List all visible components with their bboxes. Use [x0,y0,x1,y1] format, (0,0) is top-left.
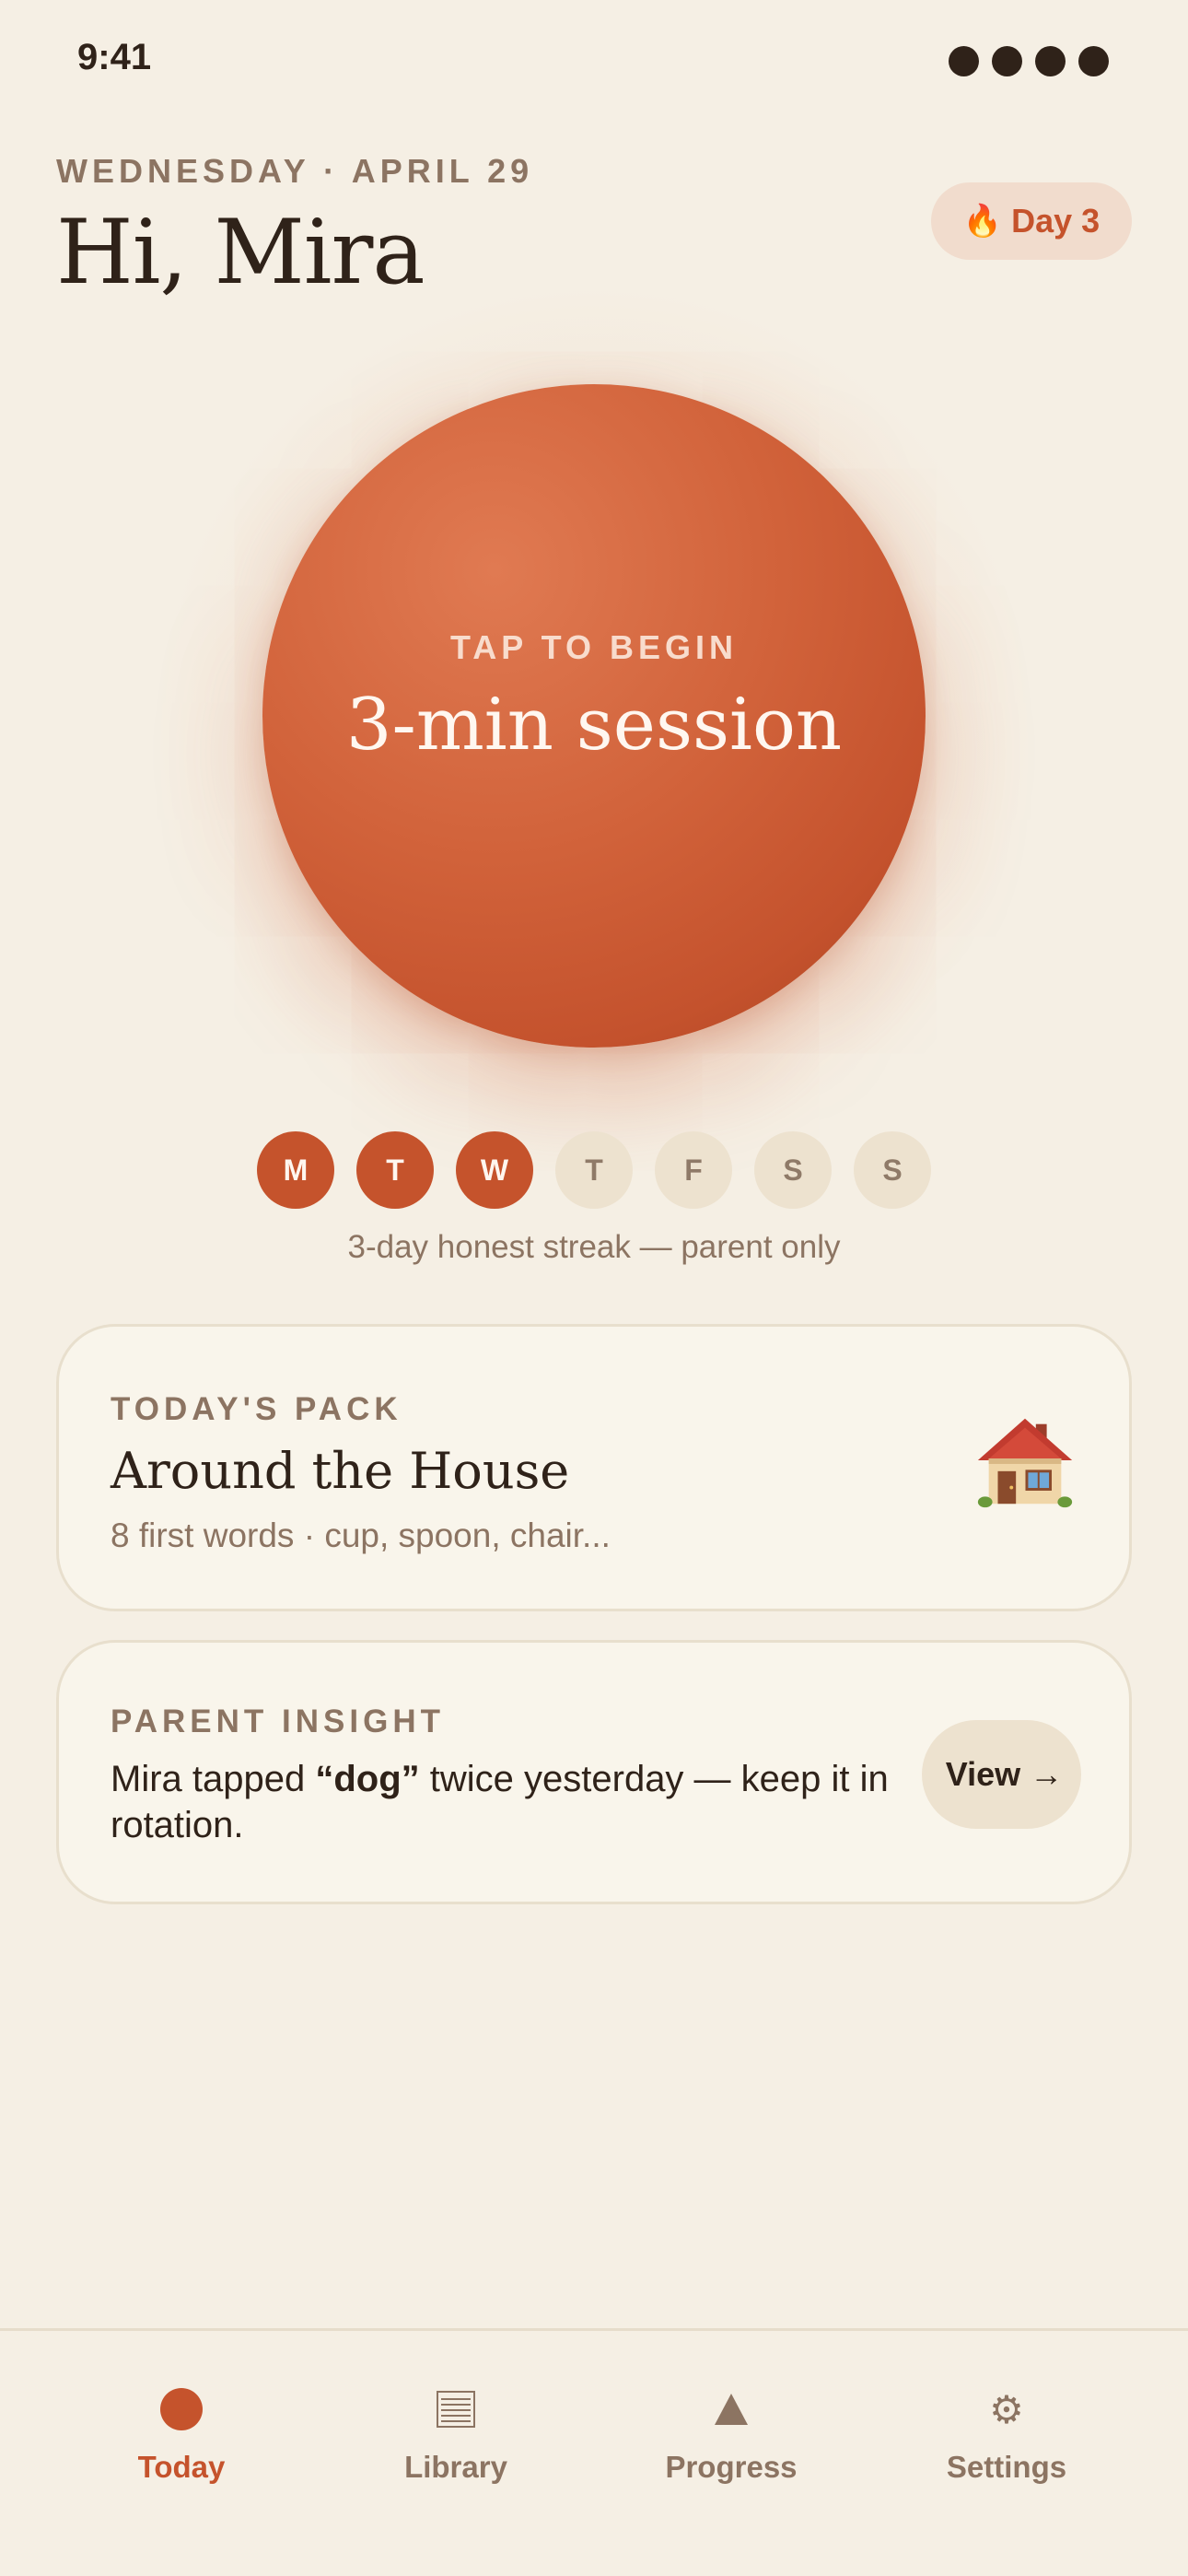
day-indicator-sat: S [754,1131,832,1209]
list-icon [437,2391,475,2428]
start-session-button[interactable]: TAP TO BEGIN 3-min session [262,384,926,1048]
tab-progress-label: Progress [665,2450,798,2484]
view-insight-button[interactable]: View → [922,1720,1081,1829]
status-dot-icon [949,46,979,76]
tab-today-label: Today [137,2450,226,2484]
insight-highlight-word: “dog” [315,1759,420,1799]
circle-icon [160,2388,203,2430]
tab-library-label: Library [404,2450,507,2484]
status-dot-icon [1078,46,1109,76]
session-title: 3-min session [345,684,843,767]
triangle-icon [715,2394,748,2425]
day-indicator-thu: T [555,1131,633,1209]
page-title: Hi, Mira [56,201,425,304]
house-icon [977,1418,1073,1508]
session-kicker: TAP TO BEGIN [449,628,739,666]
status-dot-icon [1035,46,1066,76]
day-indicator-tue: T [356,1131,434,1209]
status-time: 9:41 [77,37,152,77]
insight-kicker: PARENT INSIGHT [111,1704,445,1739]
tab-library[interactable]: Library [355,2382,557,2485]
date-label: WEDNESDAY · APRIL 29 [56,152,534,190]
status-bar: 9:41 [0,0,1188,120]
tab-settings[interactable]: ⚙ Settings [905,2382,1108,2485]
status-indicators [949,46,1109,76]
streak-badge[interactable]: 🔥 Day 3 [931,182,1132,260]
flame-icon: 🔥 [962,204,1003,239]
gear-icon: ⚙ [989,2386,1024,2432]
todays-pack-card[interactable]: TODAY'S PACK Around the House 8 first wo… [56,1324,1132,1611]
pack-title: Around the House [111,1442,570,1500]
tab-settings-label: Settings [946,2450,1067,2484]
tab-progress[interactable]: Progress [630,2382,833,2485]
streak-badge-label: Day 3 [1011,202,1101,240]
status-dot-icon [992,46,1022,76]
insight-text: Mira tapped “dog” twice yesterday — keep… [111,1756,893,1848]
tab-bar: Today Library Progress ⚙ Settings [0,2328,1188,2576]
parent-insight-card: PARENT INSIGHT Mira tapped “dog” twice y… [56,1640,1132,1904]
insight-text-before: Mira tapped [111,1759,316,1799]
day-indicator-sun: S [854,1131,931,1209]
pack-subtitle: 8 first words · cup, spoon, chair... [111,1516,611,1554]
day-indicator-wed: W [456,1131,533,1209]
week-tracker: M T W T F S S [257,1131,931,1209]
day-indicator-fri: F [655,1131,732,1209]
pack-kicker: TODAY'S PACK [111,1391,402,1427]
streak-note: 3-day honest streak — parent only [347,1229,841,1265]
tab-today[interactable]: Today [80,2382,283,2485]
day-indicator-mon: M [257,1131,334,1209]
